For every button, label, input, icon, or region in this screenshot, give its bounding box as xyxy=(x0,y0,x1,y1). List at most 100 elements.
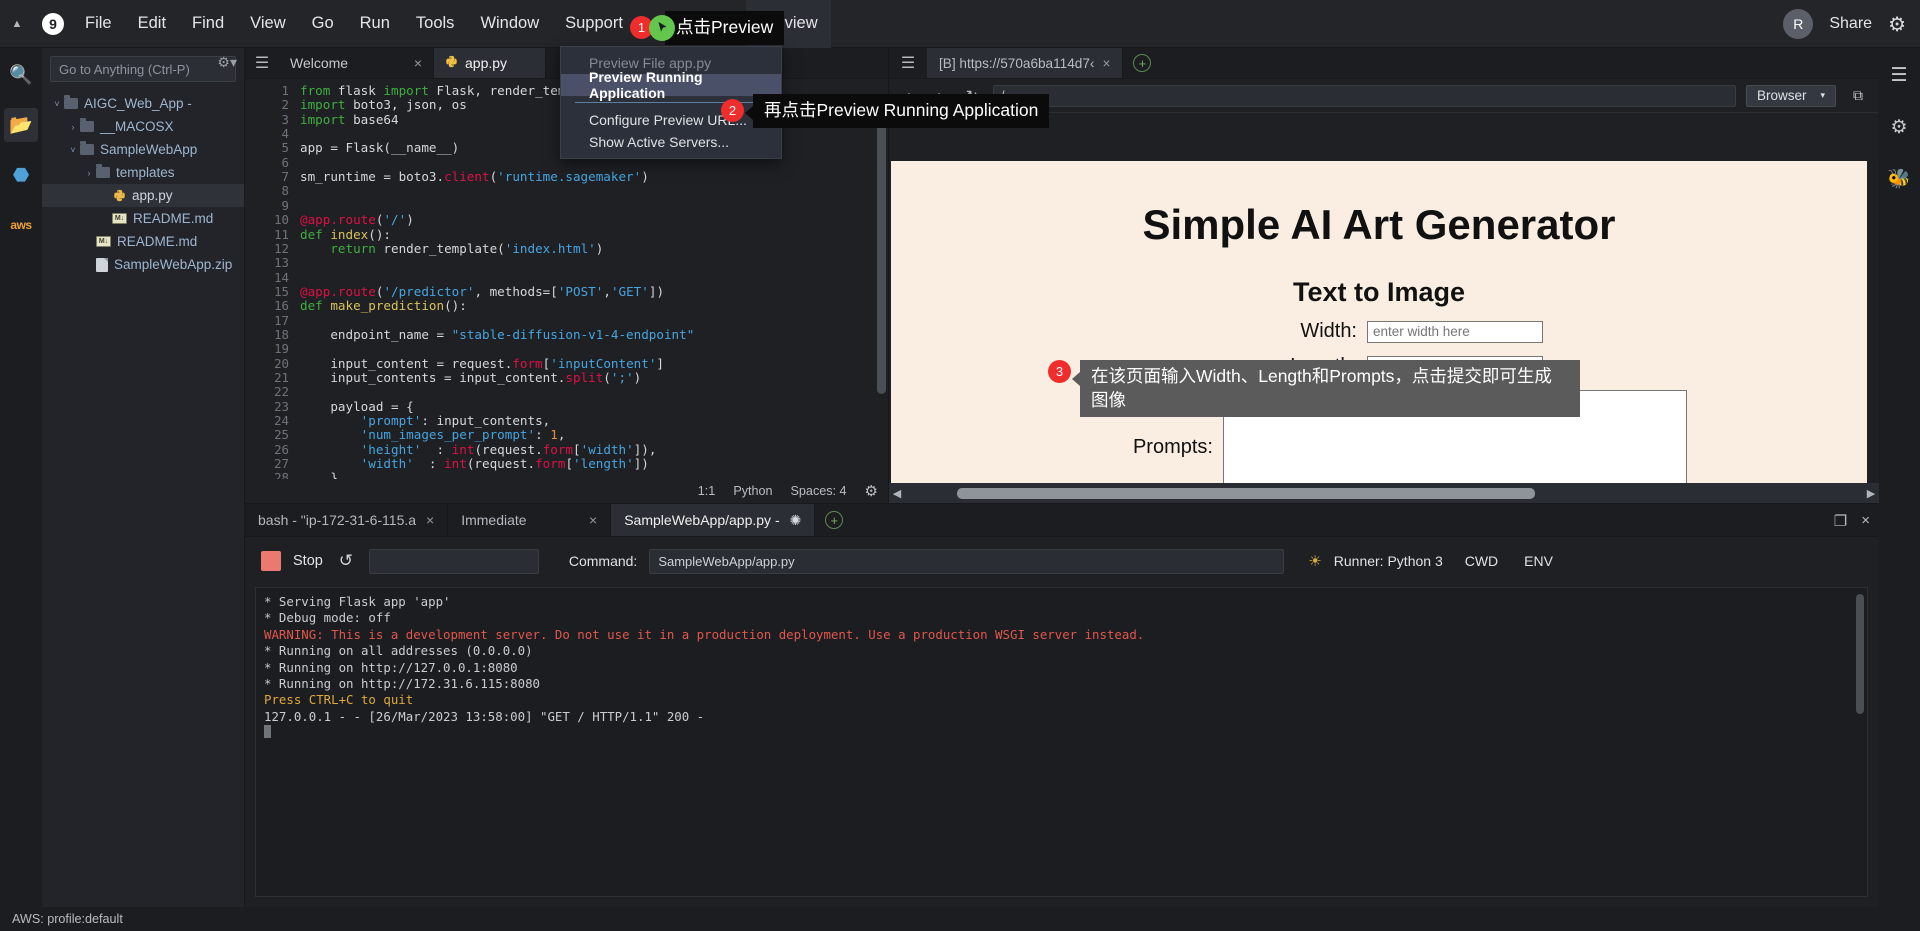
menu-window[interactable]: Window xyxy=(467,0,552,48)
git-icon[interactable]: ⬣ xyxy=(4,158,38,192)
close-icon[interactable]: × xyxy=(1102,56,1110,71)
scroll-left-arrow-icon[interactable]: ◀ xyxy=(889,487,905,500)
editor-menu-icon[interactable]: ☰ xyxy=(245,48,279,78)
run-toolbar: Stop ↺ Command: SampleWebApp/app.py ☀ Ru… xyxy=(245,537,1878,585)
line-number: 23 xyxy=(274,398,289,414)
twisty-icon[interactable]: › xyxy=(82,168,96,178)
markdown-icon: M↓ xyxy=(96,236,111,247)
menu-view[interactable]: View xyxy=(237,0,298,48)
spinner-icon: ✺ xyxy=(789,511,802,528)
browser-mode-button[interactable]: Browser ▾ xyxy=(1745,84,1836,107)
menu-support[interactable]: Support xyxy=(552,0,636,48)
debugger-icon[interactable]: 🐝 xyxy=(1882,162,1916,196)
tab-app-py[interactable]: app.py xyxy=(434,48,546,78)
aws-toolkit-icon[interactable]: aws xyxy=(4,208,38,242)
tree-item-samplewebapp[interactable]: ˅ SampleWebApp xyxy=(42,138,244,161)
tab-bash[interactable]: bash - "ip-172-31-6-115.a × xyxy=(245,504,449,536)
terminal-line: 127.0.0.1 - - [26/Mar/2023 13:58:00] "GE… xyxy=(264,708,705,724)
new-tab-button[interactable]: + xyxy=(1133,54,1152,72)
tree-item-readme-md[interactable]: M↓ README.md xyxy=(42,230,244,253)
line-number: 26 xyxy=(274,441,289,457)
menu-run[interactable]: Run xyxy=(347,0,403,48)
command-input[interactable]: SampleWebApp/app.py xyxy=(649,548,1285,574)
browser-horizontal-scrollbar[interactable]: ◀ ▶ xyxy=(889,483,1879,503)
line-number: 28 xyxy=(274,470,289,479)
run-arguments-input[interactable] xyxy=(368,548,539,574)
tab-welcome[interactable]: Welcome × xyxy=(279,48,434,78)
terminal-caret xyxy=(264,725,1859,742)
menu-go[interactable]: Go xyxy=(299,0,347,48)
tree-item-label: SampleWebApp.zip xyxy=(114,257,233,272)
runner-selector[interactable]: Runner: Python 3 xyxy=(1334,553,1443,569)
search-icon[interactable]: 🔍 xyxy=(4,58,38,92)
indent-setting[interactable]: Spaces: 4 xyxy=(791,484,847,498)
scroll-right-arrow-icon[interactable]: ▶ xyxy=(1863,487,1879,500)
menu-file[interactable]: File xyxy=(72,0,125,48)
tab-preview-url[interactable]: [B] https://570a6ba114d7‹ × xyxy=(927,48,1124,78)
new-console-tab-button[interactable]: + xyxy=(825,511,844,529)
menu-item-show-active-servers[interactable]: Show Active Servers... xyxy=(561,131,781,153)
search-input[interactable]: Go to Anything (Ctrl-P) xyxy=(50,56,236,82)
scroll-track[interactable] xyxy=(905,487,1863,499)
twisty-icon[interactable]: › xyxy=(66,122,80,132)
width-label: Width: xyxy=(1300,320,1357,342)
browser-menu-icon[interactable]: ☰ xyxy=(889,48,927,78)
cwd-button[interactable]: CWD xyxy=(1465,553,1498,569)
menu-item-preview-running-application[interactable]: Preview Running Application xyxy=(561,69,781,101)
width-input[interactable] xyxy=(1367,320,1543,343)
popout-icon[interactable]: ⧉ xyxy=(1846,85,1870,107)
tree-item-aigc-web-app-[interactable]: ˅ AIGC_Web_App - xyxy=(42,92,244,115)
restart-icon[interactable]: ↺ xyxy=(335,550,357,572)
browser-mode-label: Browser xyxy=(1756,88,1807,103)
maximize-icon[interactable]: ❐ xyxy=(1834,512,1847,530)
tree-item-samplewebapp-zip[interactable]: SampleWebApp.zip xyxy=(42,253,244,276)
tab-immediate-label: Immediate xyxy=(461,512,527,528)
menu-tools[interactable]: Tools xyxy=(403,0,468,48)
close-icon[interactable]: × xyxy=(426,512,434,528)
close-icon[interactable]: × xyxy=(414,55,422,71)
outline-icon[interactable]: ☰ xyxy=(1882,58,1916,92)
tree-item--macosx[interactable]: › __MACOSX xyxy=(42,115,244,138)
close-console-icon[interactable]: × xyxy=(1861,512,1870,529)
scroll-thumb[interactable] xyxy=(957,487,1535,499)
cloud9-ide-window: ▲ 9 File Edit Find View Go Run Tools Win… xyxy=(0,0,1920,931)
callout-3-badge: 3 xyxy=(1048,360,1071,383)
env-button[interactable]: ENV xyxy=(1524,553,1553,569)
code-line: 'width' : int(request.form['length']) xyxy=(360,456,649,472)
settings-gear-icon[interactable]: ⚙ xyxy=(1888,12,1906,37)
menu-find[interactable]: Find xyxy=(179,0,237,48)
collapse-menu-icon[interactable]: ▲ xyxy=(0,18,34,30)
tree-settings-gear-icon[interactable]: ⚙▾ xyxy=(217,54,237,71)
stop-icon[interactable] xyxy=(261,551,281,571)
terminal-scrollbar[interactable] xyxy=(1856,594,1864,714)
file-explorer-icon[interactable]: 📂 xyxy=(4,108,38,142)
menu-edit[interactable]: Edit xyxy=(125,0,179,48)
tab-preview-url-label: [B] https://570a6ba114d7‹ xyxy=(939,55,1095,71)
share-button[interactable]: Share xyxy=(1823,15,1878,33)
tree-item-app-py[interactable]: app.py xyxy=(42,184,244,207)
url-input[interactable]: / xyxy=(993,84,1736,107)
callout-1-text: 点击Preview xyxy=(656,11,785,45)
terminal-line: * Running on all addresses (0.0.0.0) xyxy=(264,643,533,659)
line-number: 7 xyxy=(281,169,289,185)
avatar[interactable]: R xyxy=(1783,9,1814,39)
terminal-output[interactable]: * Serving Flask app 'app' * Debug mode: … xyxy=(255,587,1868,897)
editor-vertical-scrollbar[interactable] xyxy=(877,109,886,394)
top-right-controls: R Share ⚙ xyxy=(1783,0,1920,48)
close-icon[interactable]: × xyxy=(589,512,597,528)
tab-immediate[interactable]: Immediate × xyxy=(448,504,612,536)
twisty-icon[interactable]: ˅ xyxy=(66,145,80,155)
editor-gear-icon[interactable]: ⚙ xyxy=(865,482,878,500)
tab-run-app[interactable]: SampleWebApp/app.py - ✺ xyxy=(611,504,816,536)
web-app-page: Simple AI Art Generator Text to Image Wi… xyxy=(891,161,1867,487)
file-tree[interactable]: ˅ AIGC_Web_App - › __MACOSX ˅ SampleWebApp › te… xyxy=(42,86,244,276)
tree-item-templates[interactable]: › templates xyxy=(42,161,244,184)
cloud9-logo-icon[interactable]: 9 xyxy=(34,0,72,48)
twisty-icon[interactable]: ˅ xyxy=(50,99,64,109)
collaborate-icon[interactable]: ⚙ xyxy=(1882,110,1916,144)
tab-bash-label: bash - "ip-172-31-6-115.a xyxy=(258,512,417,528)
tree-item-readme-md[interactable]: M↓ README.md xyxy=(42,207,244,230)
stop-button-label[interactable]: Stop xyxy=(293,553,323,569)
language-mode[interactable]: Python xyxy=(733,484,772,498)
chevron-down-icon: ▾ xyxy=(1820,90,1825,100)
